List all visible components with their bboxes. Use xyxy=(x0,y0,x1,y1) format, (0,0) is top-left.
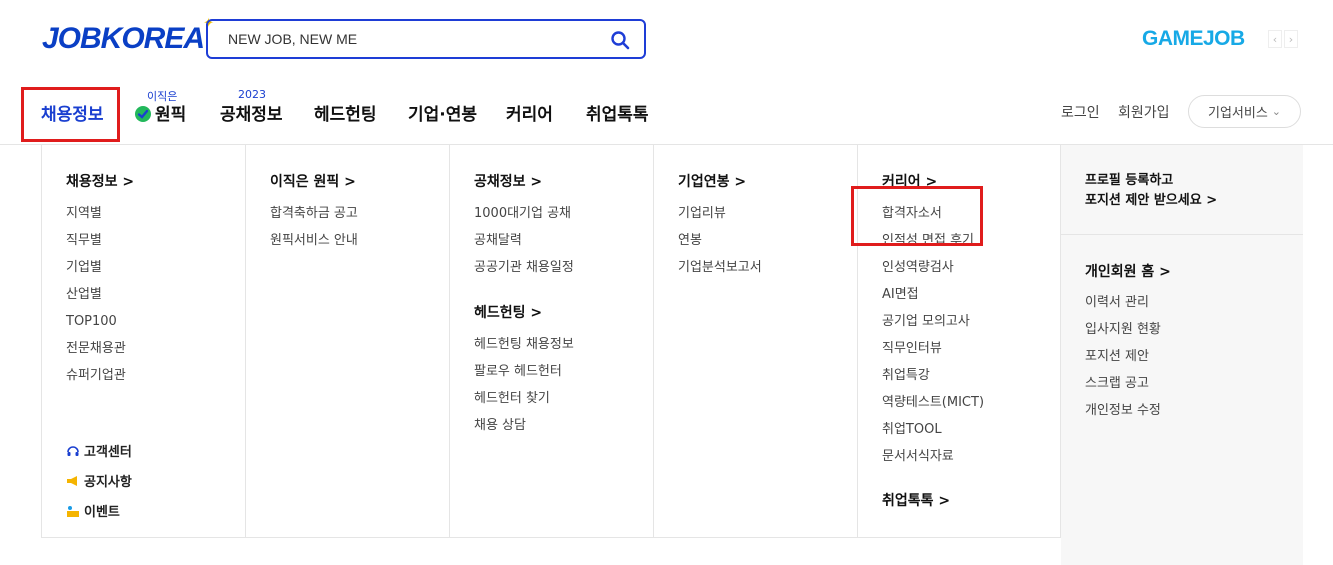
notice-label: 공지사항 xyxy=(84,475,132,490)
menu-item[interactable]: 취업특강 xyxy=(882,368,984,395)
menu-item[interactable]: 합격축하금 공고 xyxy=(270,206,358,233)
logo-text: JOBKOREA xyxy=(42,22,205,55)
menu-item[interactable]: 포지션 제안 xyxy=(1085,349,1161,376)
menu-col-gongchae: 공채정보 > 1000대기업 공채 공채달력 공공기관 채용일정 헤드헌팅 > 헤드… xyxy=(450,145,654,537)
menu-item[interactable]: 헤드헌터 찾기 xyxy=(474,391,574,418)
menu-item[interactable]: 공채달력 xyxy=(474,233,574,260)
notice-link[interactable]: 공지사항 xyxy=(66,471,132,490)
nav-item-headhunting[interactable]: 헤드헌팅 xyxy=(314,100,377,125)
menu-item[interactable]: 1000대기업 공채 xyxy=(474,206,574,233)
megaphone-icon xyxy=(67,475,77,486)
menu-item[interactable]: 산업별 xyxy=(66,287,126,314)
check-circle-icon xyxy=(135,106,151,122)
gamejob-logo[interactable]: GAMEJOB xyxy=(1142,27,1245,51)
menu-item[interactable]: 연봉 xyxy=(678,233,762,260)
menu-item[interactable]: 공기업 모의고사 xyxy=(882,314,984,341)
menu-list-recruit: 지역별 직무별 기업별 산업별 TOP100 전문채용관 슈퍼기업관 xyxy=(66,206,126,395)
search-box xyxy=(206,19,646,59)
menu-item[interactable]: 지역별 xyxy=(66,206,126,233)
nav-item-onepick[interactable]: 원픽 xyxy=(134,100,186,125)
menu-item[interactable]: 채용 상담 xyxy=(474,418,574,445)
customer-center-label: 고객센터 xyxy=(84,445,132,460)
menu-item[interactable]: 개인정보 수정 xyxy=(1085,403,1161,430)
menu-head-headhunting[interactable]: 헤드헌팅 > xyxy=(474,302,542,322)
menu-item[interactable]: 기업리뷰 xyxy=(678,206,762,233)
biz-service-button[interactable]: 기업서비스 ⌄ xyxy=(1188,95,1301,128)
customer-center-link[interactable]: 고객센터 xyxy=(66,441,132,460)
menu-item[interactable]: 역량테스트(MICT) xyxy=(882,395,984,422)
nav-item-career[interactable]: 커리어 xyxy=(506,100,553,125)
event-link[interactable]: 이벤트 xyxy=(66,501,120,520)
chevron-down-icon: ⌄ xyxy=(1271,105,1282,118)
menu-list-gongchae: 1000대기업 공채 공채달력 공공기관 채용일정 xyxy=(474,206,574,287)
menu-item[interactable]: 스크랩 공고 xyxy=(1085,376,1161,403)
menu-item[interactable]: 기업분석보고서 xyxy=(678,260,762,287)
menu-list-career: 합격자소서 인적성 면접 후기 인성역량검사 AI면접 공기업 모의고사 직무인터뷰 취업특… xyxy=(882,206,984,476)
menu-item[interactable]: 입사지원 현황 xyxy=(1085,322,1161,349)
mega-menu: 채용정보 > 지역별 직무별 기업별 산업별 TOP100 전문채용관 슈퍼기업관 고객센터… xyxy=(41,145,1303,565)
side-divider xyxy=(1061,234,1303,235)
member-menu-list: 이력서 관리 입사지원 현황 포지션 제안 스크랩 공고 개인정보 수정 xyxy=(1085,295,1161,430)
menu-head-onepick[interactable]: 이직은 원픽 > xyxy=(270,171,356,191)
menu-item[interactable]: 문서서식자료 xyxy=(882,449,984,476)
nav-item-onepick-label: 원픽 xyxy=(155,105,187,125)
menu-item[interactable]: AI면접 xyxy=(882,287,984,314)
menu-head-gongchae[interactable]: 공채정보 > xyxy=(474,171,542,191)
headset-icon xyxy=(67,445,79,456)
highlight-box-recruit xyxy=(21,87,120,142)
search-icon[interactable] xyxy=(610,30,630,50)
menu-item[interactable]: 헤드헌팅 채용정보 xyxy=(474,337,574,364)
member-panel: 프로필 등록하고 포지션 제안 받으세요 > 개인회원 홈 > 이력서 관리 입사… xyxy=(1061,145,1303,565)
menu-list-company: 기업리뷰 연봉 기업분석보고서 xyxy=(678,206,762,287)
menu-item[interactable]: 공공기관 채용일정 xyxy=(474,260,574,287)
event-label: 이벤트 xyxy=(84,505,120,520)
menu-item[interactable]: 원픽서비스 안내 xyxy=(270,233,358,260)
menu-item[interactable]: 기업별 xyxy=(66,260,126,287)
nav-item-company-salary[interactable]: 기업·연봉 xyxy=(408,100,477,125)
menu-list-onepick: 합격축하금 공고 원픽서비스 안내 xyxy=(270,206,358,260)
menu-head-talk[interactable]: 취업톡톡 > xyxy=(882,490,950,510)
menu-item[interactable]: 인성역량검사 xyxy=(882,260,984,287)
member-home-head[interactable]: 개인회원 홈 > xyxy=(1085,261,1171,281)
menu-item[interactable]: 이력서 관리 xyxy=(1085,295,1161,322)
nav-item-talk[interactable]: 취업톡톡 xyxy=(586,100,649,125)
nav-item-gongchae[interactable]: 공채정보 xyxy=(220,100,283,125)
jobkorea-logo[interactable]: JOBKOREA ✦ xyxy=(42,16,214,56)
menu-head-recruit[interactable]: 채용정보 > xyxy=(66,171,134,191)
menu-head-company[interactable]: 기업연봉 > xyxy=(678,171,746,191)
chevron-left-icon[interactable]: ‹ xyxy=(1268,30,1282,48)
profile-promo-line1: 프로필 등록하고 xyxy=(1085,173,1174,188)
profile-promo[interactable]: 프로필 등록하고 포지션 제안 받으세요 > xyxy=(1085,171,1217,211)
banner-arrows: ‹ › xyxy=(1268,30,1298,48)
biz-service-label: 기업서비스 xyxy=(1207,106,1268,121)
search-input[interactable] xyxy=(228,31,598,47)
menu-list-headhunting: 헤드헌팅 채용정보 팔로우 헤드헌터 헤드헌터 찾기 채용 상담 xyxy=(474,337,574,445)
menu-item[interactable]: 팔로우 헤드헌터 xyxy=(474,364,574,391)
menu-col-recruit: 채용정보 > 지역별 직무별 기업별 산업별 TOP100 전문채용관 슈퍼기업관 고객센터… xyxy=(41,145,246,537)
menu-item[interactable]: 직무인터뷰 xyxy=(882,341,984,368)
gift-icon xyxy=(67,505,79,517)
menu-col-onepick: 이직은 원픽 > 합격축하금 공고 원픽서비스 안내 xyxy=(246,145,450,537)
menu-item[interactable]: TOP100 xyxy=(66,314,126,341)
chevron-right-icon[interactable]: › xyxy=(1284,30,1298,48)
highlight-box-career xyxy=(851,186,983,246)
profile-promo-line2: 포지션 제안 받으세요 > xyxy=(1085,193,1218,208)
header: JOBKOREA ✦ GAMEJOB ‹ › 채용정보 이직은 원픽 2023 … xyxy=(0,0,1333,145)
signup-link[interactable]: 회원가입 xyxy=(1118,102,1170,122)
menu-item[interactable]: 직무별 xyxy=(66,233,126,260)
login-link[interactable]: 로그인 xyxy=(1061,102,1100,122)
menu-item[interactable]: 슈퍼기업관 xyxy=(66,368,126,395)
bottom-divider xyxy=(41,537,1061,538)
menu-col-company: 기업연봉 > 기업리뷰 연봉 기업분석보고서 xyxy=(654,145,858,537)
menu-item[interactable]: 취업TOOL xyxy=(882,422,984,449)
menu-item[interactable]: 전문채용관 xyxy=(66,341,126,368)
